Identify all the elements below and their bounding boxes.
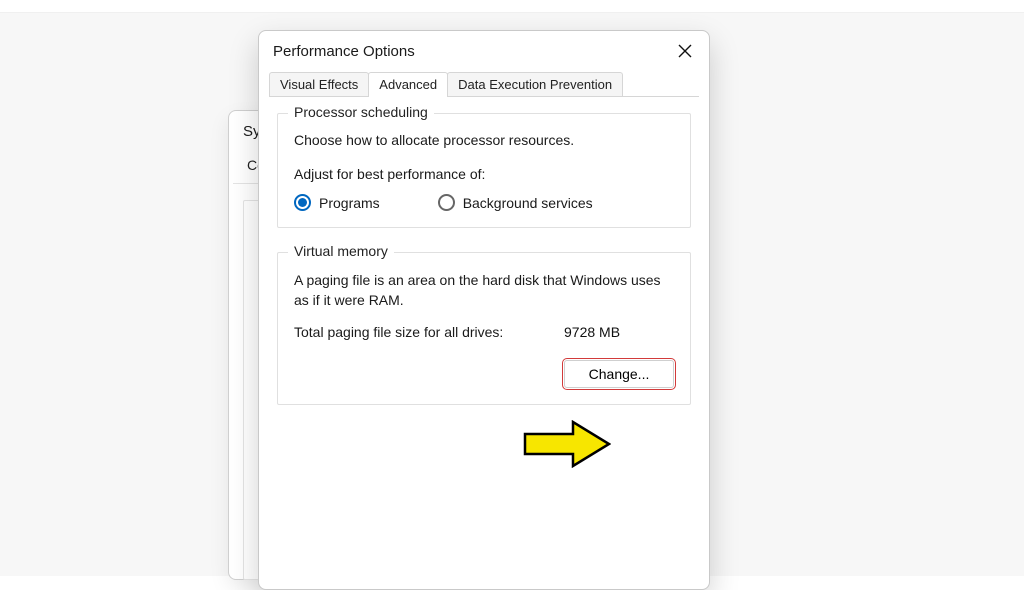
group-virtual-memory: Virtual memory A paging file is an area …	[277, 252, 691, 405]
group-description: A paging file is an area on the hard dis…	[294, 271, 674, 310]
tab-advanced[interactable]: Advanced	[368, 72, 448, 97]
close-icon[interactable]	[675, 41, 695, 61]
tab-dep[interactable]: Data Execution Prevention	[447, 72, 623, 97]
tab-label: Data Execution Prevention	[458, 77, 612, 92]
radio-background-services[interactable]: Background services	[438, 194, 593, 211]
performance-options-dialog: Performance Options Visual Effects Advan…	[258, 30, 710, 590]
radio-group-performance: Programs Background services	[294, 194, 674, 211]
group-legend: Virtual memory	[288, 243, 394, 259]
tabs-row: Visual Effects Advanced Data Execution P…	[259, 71, 709, 97]
group-legend: Processor scheduling	[288, 104, 434, 120]
group-description: Choose how to allocate processor resourc…	[294, 132, 674, 148]
tab-label: Advanced	[379, 77, 437, 92]
title-bar: Performance Options	[259, 31, 709, 71]
radio-programs[interactable]: Programs	[294, 194, 380, 211]
radio-dot-icon	[438, 194, 455, 211]
paging-size-row: Total paging file size for all drives: 9…	[294, 324, 674, 340]
dialog-title: Performance Options	[273, 43, 415, 60]
radio-label: Background services	[463, 195, 593, 211]
radio-label: Programs	[319, 195, 380, 211]
paging-size-label: Total paging file size for all drives:	[294, 324, 524, 340]
change-button[interactable]: Change...	[564, 360, 674, 388]
radio-dot-icon	[294, 194, 311, 211]
adjust-label: Adjust for best performance of:	[294, 166, 674, 182]
group-processor-scheduling: Processor scheduling Choose how to alloc…	[277, 113, 691, 228]
tab-label: Visual Effects	[280, 77, 358, 92]
tab-visual-effects[interactable]: Visual Effects	[269, 72, 369, 97]
tab-body-advanced: Processor scheduling Choose how to alloc…	[259, 97, 709, 589]
paging-size-value: 9728 MB	[564, 324, 620, 340]
